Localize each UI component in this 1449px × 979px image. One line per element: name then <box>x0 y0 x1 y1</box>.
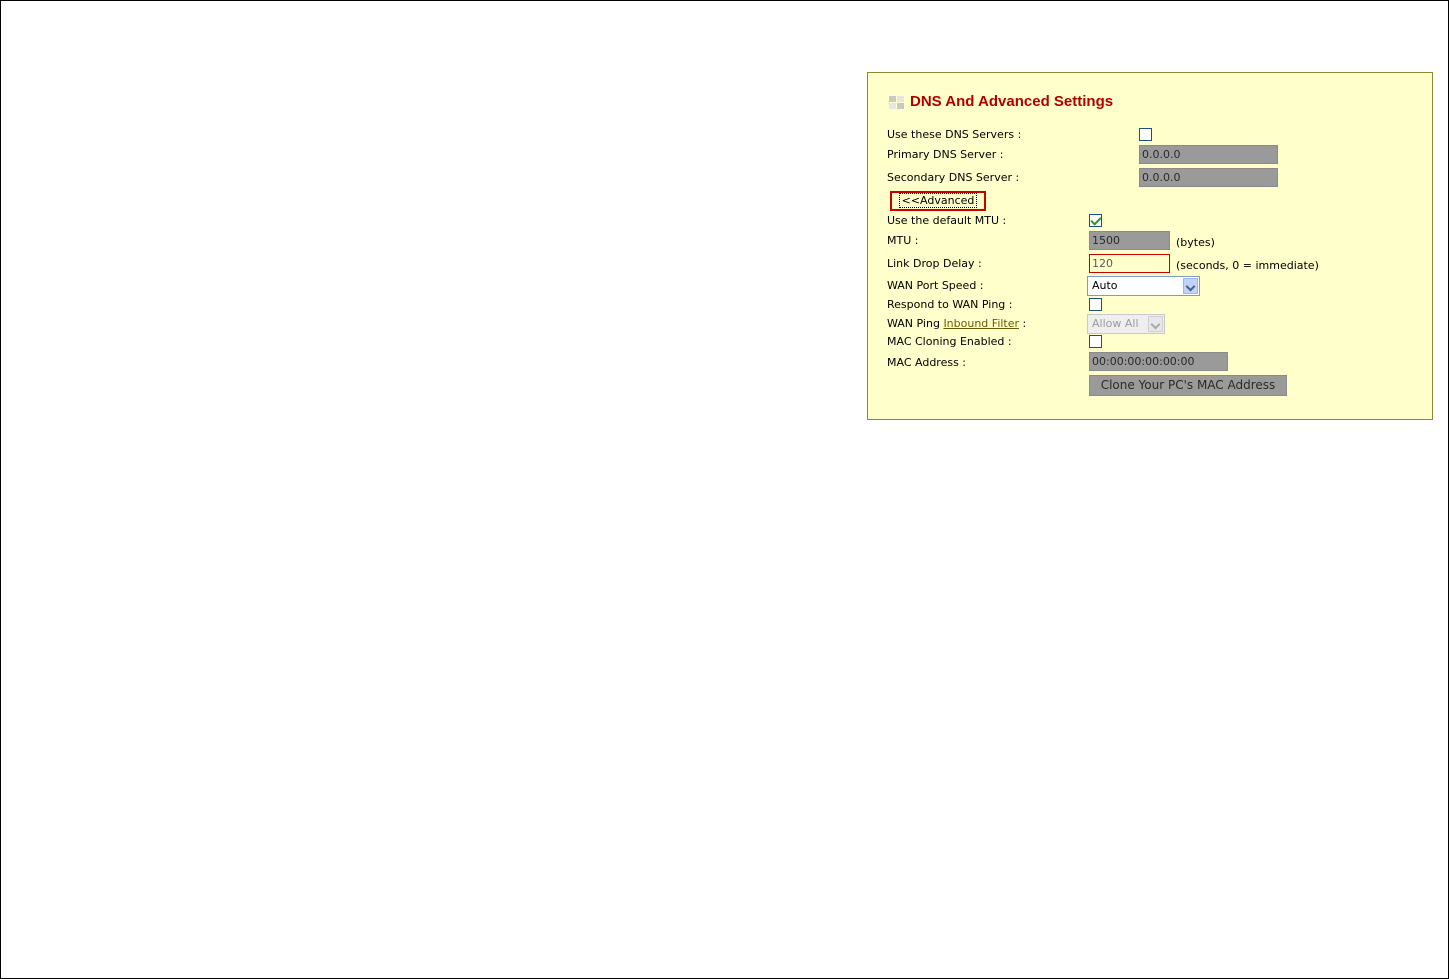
wan-ping-label-prefix: WAN Ping <box>887 317 940 330</box>
dns-advanced-settings-panel: DNS And Advanced Settings Use these DNS … <box>867 72 1433 420</box>
link-drop-delay-label: Link Drop Delay : <box>887 257 982 270</box>
link-drop-delay-input[interactable]: 120 <box>1089 254 1170 273</box>
mac-address-label: MAC Address : <box>887 356 967 369</box>
wan-ping-filter-label: WAN Ping Inbound Filter : <box>887 317 1026 330</box>
mtu-label: MTU : <box>887 234 919 247</box>
primary-dns-label: Primary DNS Server : <box>887 148 1004 161</box>
mac-cloning-checkbox[interactable] <box>1089 335 1102 348</box>
use-dns-servers-label: Use these DNS Servers : <box>887 128 1022 141</box>
mtu-input[interactable]: 1500 <box>1089 231 1170 250</box>
secondary-dns-label: Secondary DNS Server : <box>887 171 1020 184</box>
respond-wan-ping-label: Respond to WAN Ping : <box>887 298 1013 311</box>
wan-port-speed-label: WAN Port Speed : <box>887 279 984 292</box>
wan-ping-filter-select[interactable]: Allow All <box>1087 314 1165 334</box>
respond-wan-ping-checkbox[interactable] <box>1089 298 1102 311</box>
panel-title: DNS And Advanced Settings <box>910 93 1114 110</box>
page-frame: DNS And Advanced Settings Use these DNS … <box>0 0 1449 979</box>
advanced-toggle-label: <<Advanced <box>898 193 978 208</box>
chevron-down-icon[interactable] <box>1148 316 1163 332</box>
default-mtu-checkbox[interactable] <box>1089 214 1102 227</box>
inbound-filter-link[interactable]: Inbound Filter <box>943 317 1019 330</box>
mtu-unit: (bytes) <box>1176 236 1215 249</box>
secondary-dns-input[interactable]: 0.0.0.0 <box>1139 168 1278 187</box>
default-mtu-label: Use the default MTU : <box>887 214 1007 227</box>
wan-ping-label-suffix: : <box>1022 317 1027 330</box>
wan-port-speed-value: Auto <box>1092 279 1118 292</box>
wan-port-speed-select[interactable]: Auto <box>1087 276 1200 296</box>
link-drop-delay-unit: (seconds, 0 = immediate) <box>1176 259 1319 272</box>
clone-mac-address-button[interactable]: Clone Your PC's MAC Address <box>1089 375 1287 396</box>
mac-address-input[interactable]: 00:00:00:00:00:00 <box>1089 352 1228 371</box>
advanced-toggle-button[interactable]: <<Advanced <box>890 191 986 211</box>
use-dns-servers-checkbox[interactable] <box>1139 128 1152 141</box>
wan-ping-filter-value: Allow All <box>1092 317 1139 330</box>
chevron-down-icon[interactable] <box>1183 278 1198 294</box>
primary-dns-input[interactable]: 0.0.0.0 <box>1139 145 1278 164</box>
page-section-icon <box>889 96 905 110</box>
mac-cloning-label: MAC Cloning Enabled : <box>887 335 1012 348</box>
